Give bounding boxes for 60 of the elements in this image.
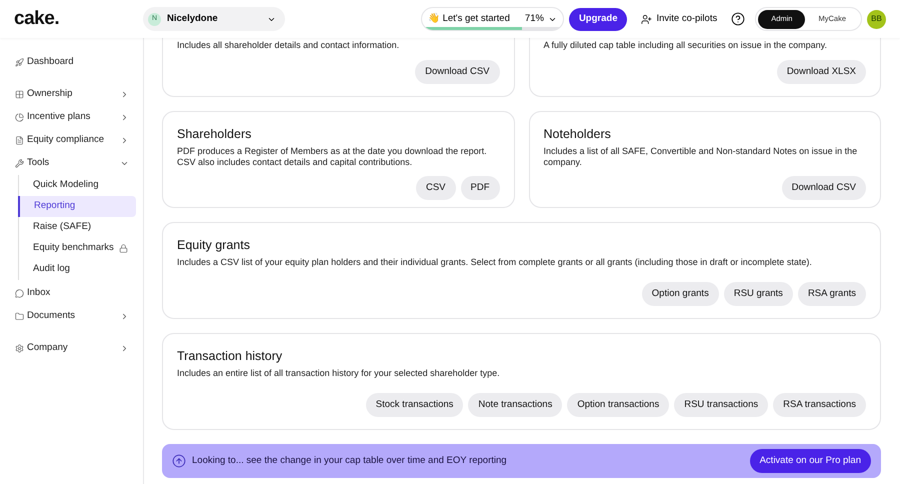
sidebar-item[interactable]: Dashboard xyxy=(0,51,143,73)
sidebar-subitem[interactable]: Quick Modeling xyxy=(19,175,136,196)
download-button[interactable]: RSA grants xyxy=(798,282,866,306)
download-button[interactable]: CSV xyxy=(416,176,456,200)
rocket-icon xyxy=(15,58,24,66)
progress-dropdown[interactable]: 👋 Let's get started 71% xyxy=(420,7,564,31)
sidebar-item[interactable]: Tools xyxy=(0,152,143,174)
download-button[interactable]: Download CSV xyxy=(782,176,866,200)
upgrade-button[interactable]: Upgrade xyxy=(568,8,628,30)
grid-icon xyxy=(15,90,24,98)
download-button[interactable]: Download XLSX xyxy=(776,60,866,84)
card-description: Includes a CSV list of your equity plan holders and their individual grants. Select from complete grants or all grants (including those in draft or incomplete state). xyxy=(177,256,813,268)
sidebar-subitem[interactable]: Reporting xyxy=(18,196,136,217)
sidebar-item[interactable]: Inbox xyxy=(0,282,143,304)
card-description: Includes a list of all SAFE, Convertible and Non-standard Notes on issue in the company. xyxy=(544,146,858,168)
card-title: Noteholders xyxy=(544,126,612,143)
card-description: A fully diluted cap table including all securities on issue in the company. xyxy=(544,40,828,51)
chevron-icon xyxy=(120,112,129,122)
sidebar-item[interactable]: Ownership xyxy=(0,83,143,105)
invite-button[interactable]: Invite co-pilots xyxy=(641,12,718,26)
chat-icon xyxy=(15,288,24,298)
activate-button[interactable]: Activate on our Pro plan xyxy=(750,449,871,473)
chevron-icon xyxy=(120,90,129,98)
lock-icon xyxy=(119,244,128,253)
card-title: Equity grants xyxy=(177,237,251,254)
wrench-icon xyxy=(15,158,24,168)
pie-chart-icon xyxy=(15,112,24,122)
chevron-icon xyxy=(120,136,129,144)
sidebar-subitem[interactable]: Equity benchmarks xyxy=(19,238,136,259)
folder-icon xyxy=(15,312,24,320)
download-button[interactable]: Option transactions xyxy=(567,393,670,417)
card-title: Shareholders xyxy=(177,126,252,143)
sidebar-item[interactable]: Incentive plans xyxy=(0,106,143,128)
sidebar-item[interactable]: Company xyxy=(0,337,143,359)
download-button[interactable]: Note transactions xyxy=(468,393,562,417)
download-button[interactable]: Option grants xyxy=(642,282,719,306)
sidebar-item[interactable]: Documents xyxy=(0,305,143,327)
document-icon xyxy=(15,136,24,144)
card-description: Includes an entire list of all transaction history for your selected shareholder type. xyxy=(177,368,501,379)
download-button[interactable]: RSU transactions xyxy=(674,393,768,417)
sidebar-item[interactable]: Equity compliance xyxy=(0,129,143,151)
card-title: Transaction history xyxy=(177,348,284,365)
arrow-up-icon xyxy=(172,454,186,468)
sidebar-subitem[interactable]: Raise (SAFE) xyxy=(19,217,136,238)
download-button[interactable]: PDF xyxy=(460,176,500,200)
logo: cake. xyxy=(13,6,60,31)
user-avatar[interactable]: BB xyxy=(867,10,886,28)
sidebar-subitem[interactable]: Audit log xyxy=(19,259,136,280)
add-user-icon xyxy=(641,14,652,24)
download-button[interactable]: RSU grants xyxy=(724,282,793,306)
chevron-icon xyxy=(120,312,129,320)
download-button[interactable]: Stock transactions xyxy=(366,393,464,417)
help-icon[interactable] xyxy=(731,12,746,26)
card-description: Includes all shareholder details and contact information. xyxy=(177,40,400,51)
download-button[interactable]: Download CSV xyxy=(415,60,500,84)
banner-text: Looking to... see the change in your cap table over time and EOY reporting xyxy=(192,454,508,468)
card-description: PDF produces a Register of Members as at the date you download the report. CSV also includes contact details and capital contributions. xyxy=(177,146,488,168)
settings-icon xyxy=(15,344,24,352)
chevron-icon xyxy=(120,344,129,352)
download-button[interactable]: RSA transactions xyxy=(773,393,866,417)
